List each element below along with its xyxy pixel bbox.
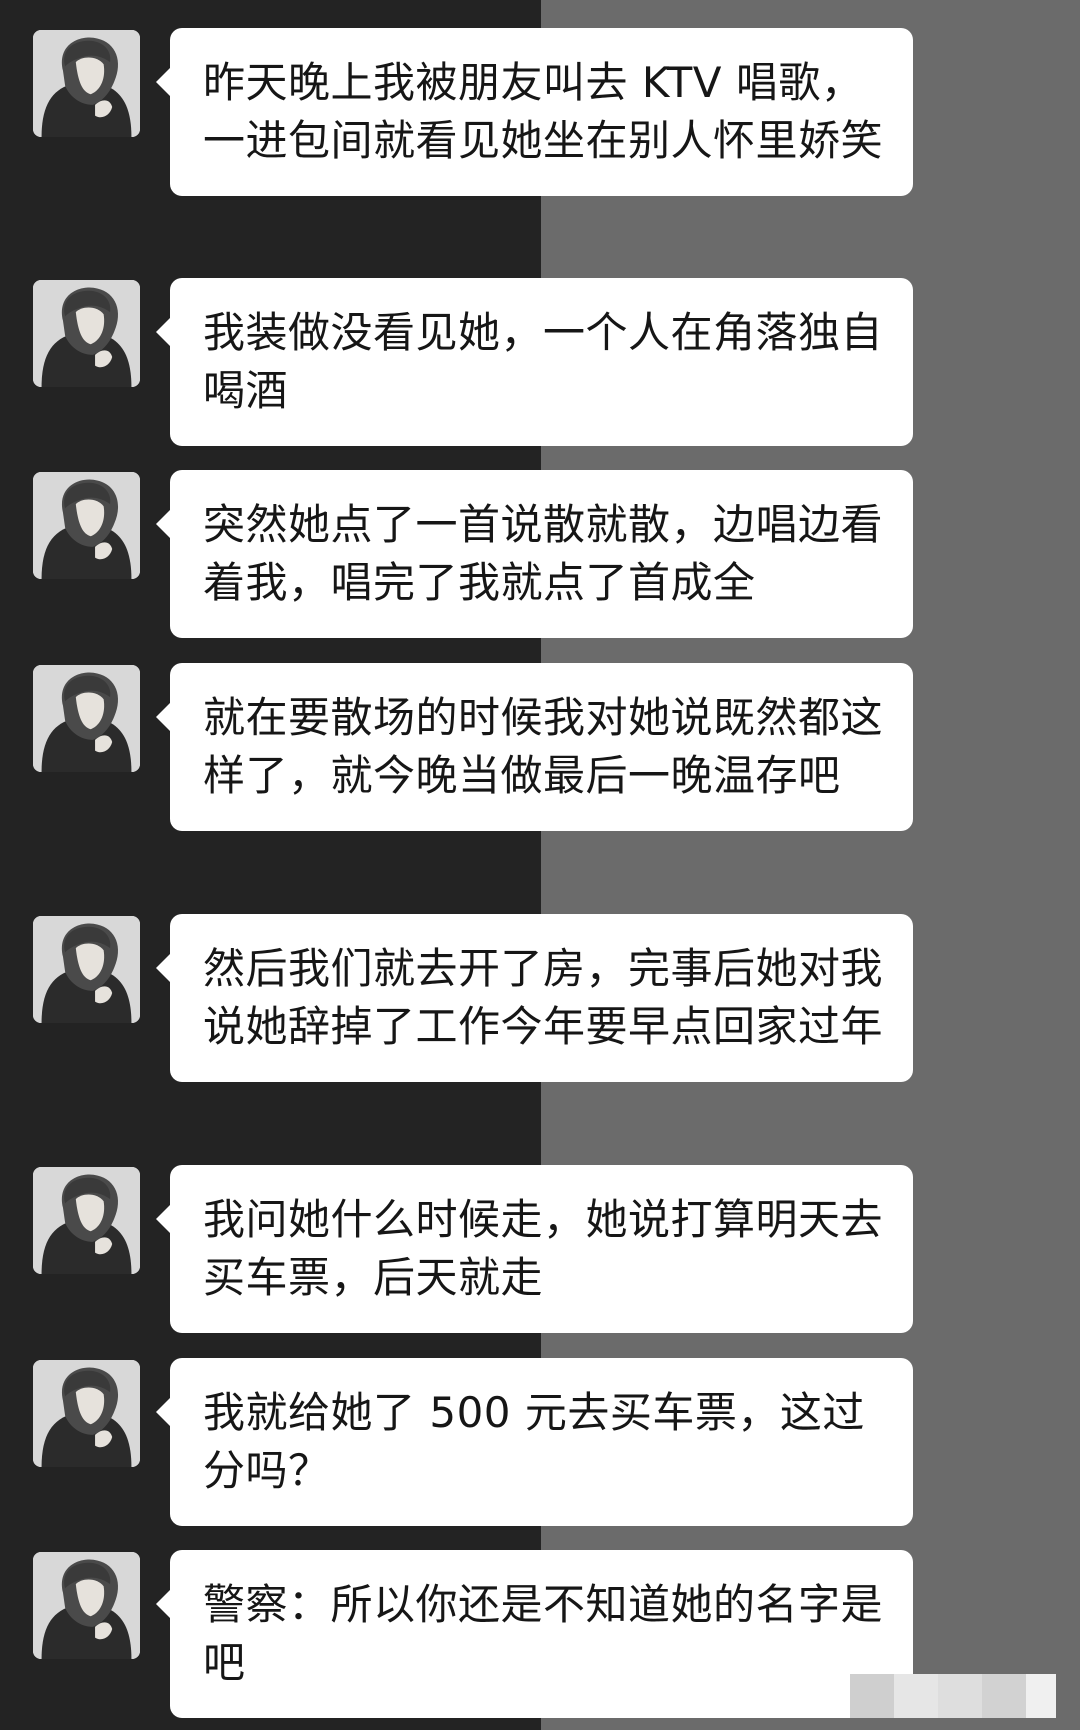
avatar-illustration [33,280,140,387]
avatar-illustration [33,916,140,1023]
avatar-illustration [33,1360,140,1467]
message-bubble[interactable]: 就在要散场的时候我对她说既然都这样了，就今晚当做最后一晚温存吧 [156,663,913,831]
anime-boy-avatar-icon[interactable] [33,665,140,772]
message-text: 就在要散场的时候我对她说既然都这样了，就今晚当做最后一晚温存吧 [203,693,884,800]
message-text: 我就给她了 500 元去买车票，这过分吗？ [203,1388,865,1495]
message-bubble[interactable]: 我就给她了 500 元去买车票，这过分吗？ [156,1358,913,1526]
message-text: 警察：所以你还是不知道她的名字是吧 [203,1580,884,1687]
message-bubble[interactable]: 警察：所以你还是不知道她的名字是吧 [156,1550,913,1718]
anime-boy-avatar-icon[interactable] [33,472,140,579]
message-bubble[interactable]: 突然她点了一首说散就散，边唱边看着我，唱完了我就点了首成全 [156,470,913,638]
message-bubble[interactable]: 然后我们就去开了房，完事后她对我说她辞掉了工作今年要早点回家过年 [156,914,913,1082]
anime-boy-avatar-icon[interactable] [33,30,140,137]
avatar-illustration [33,1552,140,1659]
anime-boy-avatar-icon[interactable] [33,280,140,387]
pixel-watermark-icon [850,1674,1056,1718]
anime-boy-avatar-icon[interactable] [33,1167,140,1274]
message-bubble[interactable]: 我问她什么时候走，她说打算明天去买车票，后天就走 [156,1165,913,1333]
message-bubble[interactable]: 昨天晚上我被朋友叫去 KTV 唱歌，一进包间就看见她坐在别人怀里娇笑 [156,28,913,196]
message-text: 然后我们就去开了房，完事后她对我说她辞掉了工作今年要早点回家过年 [203,944,884,1051]
message-text: 突然她点了一首说散就散，边唱边看着我，唱完了我就点了首成全 [203,500,884,607]
message-text: 昨天晚上我被朋友叫去 KTV 唱歌，一进包间就看见她坐在别人怀里娇笑 [203,58,884,165]
message-bubble[interactable]: 我装做没看见她，一个人在角落独自喝酒 [156,278,913,446]
anime-boy-avatar-icon[interactable] [33,916,140,1023]
avatar-illustration [33,1167,140,1274]
avatar-illustration [33,30,140,137]
anime-boy-avatar-icon[interactable] [33,1552,140,1659]
message-text: 我装做没看见她，一个人在角落独自喝酒 [203,308,884,415]
anime-boy-avatar-icon[interactable] [33,1360,140,1467]
avatar-illustration [33,665,140,772]
avatar-illustration [33,472,140,579]
message-text: 我问她什么时候走，她说打算明天去买车票，后天就走 [203,1195,884,1302]
